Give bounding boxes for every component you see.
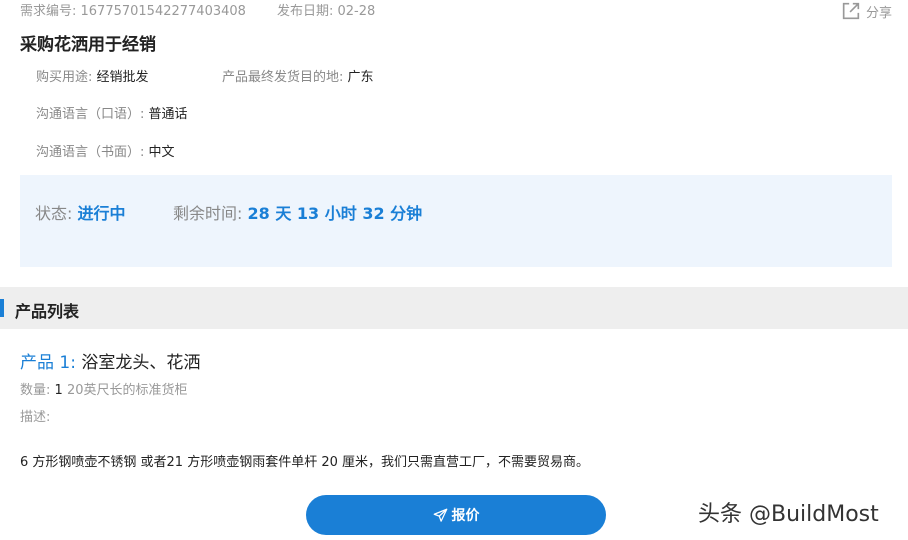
status-panel: 状态: 进行中 剩余时间: 28 天 13 小时 32 分钟 [20,175,892,267]
status-value: 进行中 [77,204,126,223]
quote-button[interactable]: 报价 [306,495,606,535]
meta-row: 需求编号: 16775701542277403408 发布日期: 02-28 [20,0,375,19]
send-icon [433,508,447,522]
quantity-key: 数量: [20,383,51,398]
description-value: 6 方形钢喷壶不锈钢 或者21 方形喷壶钢雨套件单杆 20 厘米，我们只需直营工… [20,455,590,470]
destination: 产品最终发货目的地: 广东 [222,66,374,85]
product-number: 产品 1: [20,353,76,373]
remaining-time: 剩余时间: 28 天 13 小时 32 分钟 [173,200,422,224]
share-icon [842,2,860,20]
watermark: 头条 @BuildMost [698,502,879,527]
quantity-value: 1 [54,383,63,398]
quantity-unit: 20英尺长的标准货柜 [66,383,188,398]
publish-date: 发布日期: 02-28 [277,4,376,19]
product-title: 产品 1: 浴室龙头、花洒 [20,348,200,373]
status: 状态: 进行中 [35,200,126,224]
spoken-language-value: 普通话 [148,107,188,122]
remaining-time-key: 剩余时间: [173,204,243,223]
share-button[interactable]: 分享 [840,0,892,22]
section-title: 产品列表 [15,302,80,321]
purpose-value: 经销批发 [96,70,149,85]
written-language-value: 中文 [148,145,175,160]
spoken-language-key: 沟通语言（口语）: [36,107,145,122]
written-language: 沟通语言（书面）: 中文 [36,141,175,160]
page-title: 采购花洒用于经销 [20,35,156,55]
request-number: 需求编号: 16775701542277403408 [20,4,246,19]
section-accent [0,299,4,317]
written-language-key: 沟通语言（书面）: [36,145,145,160]
remaining-time-value: 28 天 13 小时 32 分钟 [247,204,423,223]
purchase-purpose: 购买用途: 经销批发 [36,66,149,85]
description-key: 描述: [20,410,51,425]
quote-button-label: 报价 [451,508,480,524]
product-quantity: 数量: 1 20英尺长的标准货柜 [20,379,188,398]
destination-value: 广东 [347,70,374,85]
status-key: 状态: [35,204,73,223]
destination-key: 产品最终发货目的地: [222,70,344,85]
purpose-key: 购买用途: [36,70,93,85]
product-name: 浴室龙头、花洒 [81,353,201,373]
share-label: 分享 [865,5,892,21]
product-list-header: 产品列表 [0,287,908,329]
spoken-language: 沟通语言（口语）: 普通话 [36,103,188,122]
